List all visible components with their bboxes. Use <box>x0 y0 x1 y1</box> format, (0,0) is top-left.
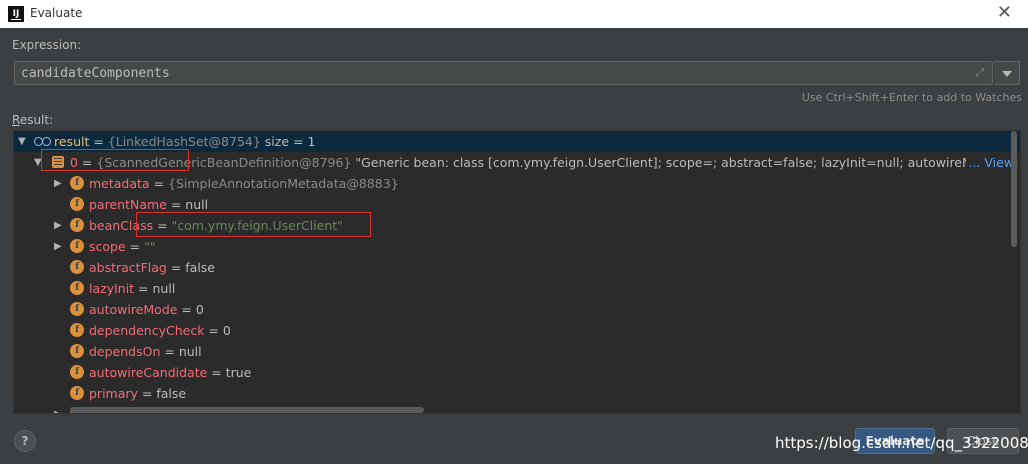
field-value: null <box>178 344 202 359</box>
field-name: abstractFlag <box>89 260 167 275</box>
tree-row-field[interactable]: ▶ f scope = "" <box>14 236 1020 257</box>
field-icon: f <box>70 365 84 379</box>
tree-row-field[interactable]: f dependsOn = null <box>14 341 1020 362</box>
tree-row-field[interactable]: f abstractFlag = false <box>14 257 1020 278</box>
root-size: size = 1 <box>260 134 316 149</box>
field-ref: {SimpleAnnotationMetadata@8883} <box>168 176 399 191</box>
field-icon: f <box>70 323 84 337</box>
field-value: 0 <box>222 323 231 338</box>
field-name: parentName <box>89 197 167 212</box>
result-tree[interactable]: ▼ result = {LinkedHashSet@8754} size = 1… <box>13 130 1021 414</box>
tree-row-field[interactable]: f primary = false <box>14 383 1020 404</box>
expression-label: Expression: <box>12 38 82 52</box>
field-name: primary <box>89 386 138 401</box>
root-name: result <box>54 134 90 149</box>
field-name: metadata <box>89 176 150 191</box>
field-value: 0 <box>195 302 204 317</box>
expression-history-dropdown[interactable] <box>994 61 1020 85</box>
collapse-arrow-icon[interactable]: ▼ <box>18 131 26 152</box>
field-name: autowireCandidate <box>89 365 208 380</box>
element-description: "Generic bean: class [com.ymy.feign.User… <box>355 155 1020 170</box>
tree-row-field[interactable]: f autowireCandidate = true <box>14 362 1020 383</box>
expand-arrow-icon[interactable]: ▶ <box>54 236 62 257</box>
field-icon: f <box>70 260 84 274</box>
field-icon: f <box>70 281 84 295</box>
highlight-box-element <box>41 149 189 171</box>
vertical-scroll-thumb[interactable] <box>1011 131 1017 247</box>
field-name: scope <box>89 239 126 254</box>
field-icon: f <box>70 176 84 190</box>
field-value: false <box>156 386 187 401</box>
watch-glasses-icon <box>34 137 51 146</box>
field-value: false <box>185 260 216 275</box>
result-label: Result: <box>12 113 54 127</box>
field-value: null <box>185 197 209 212</box>
highlight-box-beanclass <box>136 212 371 237</box>
horizontal-scroll-thumb[interactable] <box>70 407 424 413</box>
field-icon: f <box>70 197 84 211</box>
tree-row-field[interactable]: f dependencyCheck = 0 <box>14 320 1020 341</box>
field-icon: f <box>70 239 84 253</box>
root-ref: {LinkedHashSet@8754} <box>107 134 261 149</box>
expand-arrow-icon[interactable]: ▶ <box>54 173 62 194</box>
field-name: autowireMode <box>89 302 178 317</box>
field-icon: f <box>70 302 84 316</box>
expand-editor-icon[interactable]: ⤢ <box>975 66 984 80</box>
field-string-value: "" <box>144 239 156 254</box>
tree-row-field[interactable]: f autowireMode = 0 <box>14 299 1020 320</box>
field-name: dependsOn <box>89 344 161 359</box>
field-value: null <box>152 281 176 296</box>
field-icon: f <box>70 218 84 232</box>
tree-row-field[interactable]: ▶ f metadata = {SimpleAnnotationMetadata@8… <box>14 173 1020 194</box>
field-icon: f <box>70 344 84 358</box>
title-bar: IJ Evaluate ✕ <box>0 0 1028 28</box>
expand-arrow-icon[interactable]: ▶ <box>54 404 62 413</box>
expression-input[interactable]: candidateComponents ⤢ <box>14 61 993 85</box>
field-icon: f <box>70 386 84 400</box>
watermark: https://blog.csdn.net/qq_33220089 <box>775 434 1028 452</box>
tree-row-field[interactable]: f lazyInit = null <box>14 278 1020 299</box>
field-name: dependencyCheck <box>89 323 205 338</box>
expand-arrow-icon[interactable]: ▶ <box>54 215 62 236</box>
add-to-watches-hint: Use Ctrl+Shift+Enter to add to Watches <box>801 91 1022 104</box>
help-button[interactable]: ? <box>14 430 36 452</box>
close-window-icon[interactable]: ✕ <box>997 2 1012 23</box>
field-value: true <box>225 365 252 380</box>
vertical-scrollbar[interactable] <box>1009 131 1019 413</box>
expression-value[interactable]: candidateComponents <box>21 66 170 81</box>
intellij-logo-icon: IJ <box>8 6 24 22</box>
field-name: lazyInit <box>89 281 135 296</box>
window-title: Evaluate <box>30 6 83 20</box>
view-link[interactable]: ... View <box>966 152 1014 173</box>
